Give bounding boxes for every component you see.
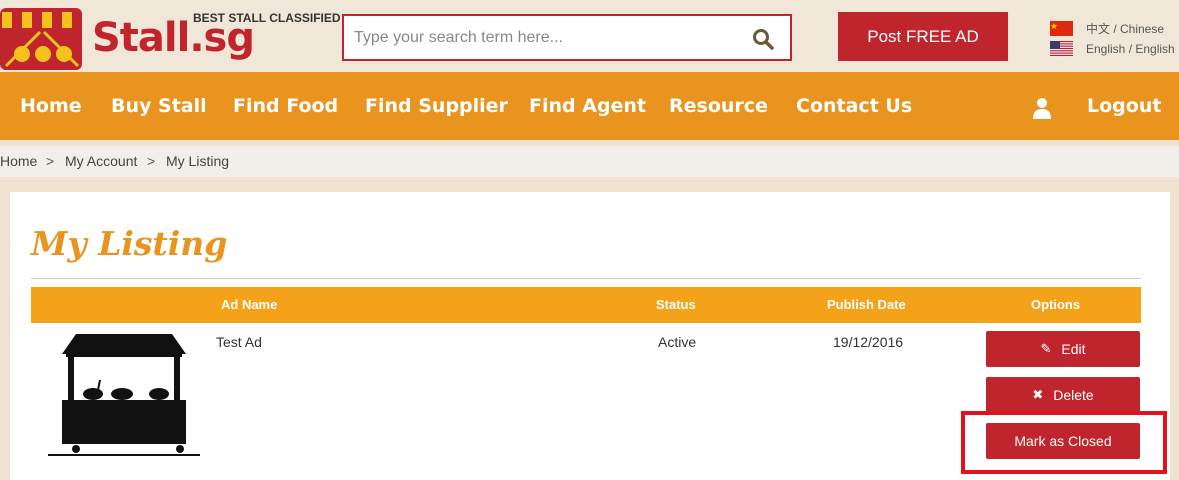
table-header: Ad Name Status Publish Date Options [31, 287, 1141, 323]
column-header-publish-date: Publish Date [827, 297, 906, 312]
nav-item-resource[interactable]: Resource [669, 72, 768, 140]
breadcrumb-home[interactable]: Home [0, 146, 37, 177]
language-english[interactable]: English / English [1050, 41, 1175, 56]
status-cell: Active [658, 334, 697, 350]
breadcrumb-separator: > [46, 153, 55, 169]
breadcrumb-separator: > [147, 153, 156, 169]
ad-name-cell[interactable]: Test Ad [216, 334, 262, 350]
logout-link[interactable]: Logout [1087, 72, 1161, 140]
column-header-ad-name: Ad Name [221, 297, 278, 312]
site-header: Stall.sg BEST STALL CLASSIFIED Post FREE… [0, 0, 1179, 72]
nav-item-find-supplier[interactable]: Find Supplier [365, 72, 508, 140]
nav-item-buy-stall[interactable]: Buy Stall [111, 72, 207, 140]
edit-button-label: Edit [1061, 341, 1086, 357]
page-title: My Listing [31, 224, 228, 263]
breadcrumb-my-account[interactable]: My Account [65, 146, 137, 177]
usa-flag-icon [1050, 41, 1073, 56]
publish-date-cell: 19/12/2016 [833, 334, 904, 350]
column-header-options: Options [1031, 297, 1081, 312]
language-label-english: English / English [1086, 41, 1175, 56]
breadcrumb: Home > My Account > My Listing [0, 146, 1179, 177]
column-header-status: Status [656, 297, 696, 312]
main-nav: Home Buy Stall Find Food Find Supplier F… [0, 72, 1179, 140]
delete-button-label: Delete [1053, 387, 1094, 403]
close-icon: ✖ [1032, 387, 1044, 402]
edit-button[interactable]: ✎ Edit [986, 331, 1140, 367]
search-icon[interactable] [752, 28, 774, 50]
language-label-chinese: 中文 / Chinese [1086, 22, 1165, 36]
language-chinese[interactable]: 中文 / Chinese [1050, 20, 1164, 37]
nav-item-find-agent[interactable]: Find Agent [529, 72, 646, 140]
nav-item-find-food[interactable]: Find Food [233, 72, 338, 140]
user-icon[interactable] [1032, 97, 1052, 119]
breadcrumb-my-listing: My Listing [166, 153, 230, 169]
stall-logo-icon [0, 8, 82, 70]
tagline: BEST STALL CLASSIFIED [193, 11, 341, 25]
delete-button[interactable]: ✖ Delete [986, 377, 1140, 413]
stall-image[interactable] [48, 332, 200, 457]
highlight-box [961, 411, 1167, 474]
post-free-ad-button[interactable]: Post FREE AD [838, 12, 1008, 61]
nav-item-contact-us[interactable]: Contact Us [796, 72, 912, 140]
search-input[interactable] [354, 26, 744, 50]
title-divider [31, 278, 1141, 279]
search-box [342, 14, 792, 61]
edit-icon: ✎ [1040, 341, 1052, 356]
china-flag-icon [1050, 21, 1073, 36]
nav-item-home[interactable]: Home [20, 72, 82, 140]
